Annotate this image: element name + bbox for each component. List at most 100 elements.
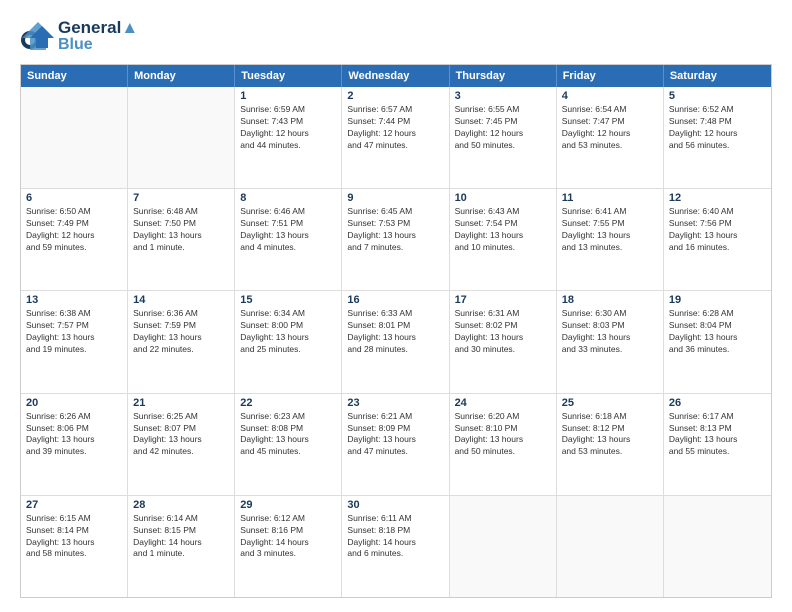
day-cell-17: 17 Sunrise: 6:31 AM Sunset: 8:02 PM Dayli… xyxy=(450,291,557,392)
day-header-tuesday: Tuesday xyxy=(235,65,342,87)
day-number: 20 xyxy=(26,397,122,409)
day-cell-8: 8Sunrise: 6:46 AM Sunset: 7:51 PM Daylig… xyxy=(235,189,342,290)
day-cell-24: 24 Sunrise: 6:20 AM Sunset: 8:10 PM Dayli… xyxy=(450,394,557,495)
day-number: 13 xyxy=(26,294,122,306)
calendar: SundayMondayTuesdayWednesdayThursdayFrid… xyxy=(20,64,772,598)
day-info: Sunrise: 6:59 AM Sunset: 7:43 PM Dayligh… xyxy=(240,104,336,152)
day-cell-9: 9 Sunrise: 6:45 AM Sunset: 7:53 PM Daylig… xyxy=(342,189,449,290)
day-info: Sunrise: 6:52 AM Sunset: 7:48 PM Dayligh… xyxy=(669,104,766,152)
day-number: 1 xyxy=(240,90,336,102)
day-cell-6: 6 Sunrise: 6:50 AM Sunset: 7:49 PM Daylig… xyxy=(21,189,128,290)
day-cell-2: 2 Sunrise: 6:57 AM Sunset: 7:44 PM Daylig… xyxy=(342,87,449,188)
day-number: 28 xyxy=(133,499,229,511)
day-info: Sunrise: 6:30 AM Sunset: 8:03 PM Dayligh… xyxy=(562,308,658,356)
week-row-2: 6 Sunrise: 6:50 AM Sunset: 7:49 PM Daylig… xyxy=(21,189,771,291)
day-number: 27 xyxy=(26,499,122,511)
day-info: Sunrise: 6:40 AM Sunset: 7:56 PM Dayligh… xyxy=(669,206,766,254)
day-info: Sunrise: 6:54 AM Sunset: 7:47 PM Dayligh… xyxy=(562,104,658,152)
day-info: Sunrise: 6:38 AM Sunset: 7:57 PM Dayligh… xyxy=(26,308,122,356)
day-info: Sunrise: 6:45 AM Sunset: 7:53 PM Dayligh… xyxy=(347,206,443,254)
day-cell-26: 26 Sunrise: 6:17 AM Sunset: 8:13 PM Dayli… xyxy=(664,394,771,495)
logo-blue: Blue xyxy=(58,37,138,53)
empty-cell xyxy=(21,87,128,188)
day-header-friday: Friday xyxy=(557,65,664,87)
calendar-body: 1 Sunrise: 6:59 AM Sunset: 7:43 PM Daylig… xyxy=(21,87,771,597)
day-number: 29 xyxy=(240,499,336,511)
day-cell-11: 11 Sunrise: 6:41 AM Sunset: 7:55 PM Dayli… xyxy=(557,189,664,290)
day-cell-12: 12 Sunrise: 6:40 AM Sunset: 7:56 PM Dayli… xyxy=(664,189,771,290)
week-row-3: 13 Sunrise: 6:38 AM Sunset: 7:57 PM Dayli… xyxy=(21,291,771,393)
day-cell-14: 14 Sunrise: 6:36 AM Sunset: 7:59 PM Dayli… xyxy=(128,291,235,392)
day-cell-22: 22Sunrise: 6:23 AM Sunset: 8:08 PM Dayli… xyxy=(235,394,342,495)
day-header-saturday: Saturday xyxy=(664,65,771,87)
day-info: Sunrise: 6:15 AM Sunset: 8:14 PM Dayligh… xyxy=(26,513,122,561)
day-info: Sunrise: 6:43 AM Sunset: 7:54 PM Dayligh… xyxy=(455,206,551,254)
day-cell-27: 27 Sunrise: 6:15 AM Sunset: 8:14 PM Dayli… xyxy=(21,496,128,597)
day-cell-30: 30Sunrise: 6:11 AM Sunset: 8:18 PM Dayli… xyxy=(342,496,449,597)
day-info: Sunrise: 6:50 AM Sunset: 7:49 PM Dayligh… xyxy=(26,206,122,254)
day-number: 23 xyxy=(347,397,443,409)
day-info: Sunrise: 6:20 AM Sunset: 8:10 PM Dayligh… xyxy=(455,411,551,459)
day-info: Sunrise: 6:12 AM Sunset: 8:16 PM Dayligh… xyxy=(240,513,336,561)
day-cell-29: 29 Sunrise: 6:12 AM Sunset: 8:16 PM Dayli… xyxy=(235,496,342,597)
day-number: 26 xyxy=(669,397,766,409)
day-number: 7 xyxy=(133,192,229,204)
day-cell-21: 21 Sunrise: 6:25 AM Sunset: 8:07 PM Dayli… xyxy=(128,394,235,495)
calendar-header: SundayMondayTuesdayWednesdayThursdayFrid… xyxy=(21,65,771,87)
day-number: 4 xyxy=(562,90,658,102)
day-info: Sunrise: 6:17 AM Sunset: 8:13 PM Dayligh… xyxy=(669,411,766,459)
empty-cell xyxy=(128,87,235,188)
week-row-1: 1 Sunrise: 6:59 AM Sunset: 7:43 PM Daylig… xyxy=(21,87,771,189)
day-info: Sunrise: 6:14 AM Sunset: 8:15 PM Dayligh… xyxy=(133,513,229,561)
week-row-4: 20 Sunrise: 6:26 AM Sunset: 8:06 PM Dayli… xyxy=(21,394,771,496)
day-cell-20: 20 Sunrise: 6:26 AM Sunset: 8:06 PM Dayli… xyxy=(21,394,128,495)
day-number: 10 xyxy=(455,192,551,204)
day-header-sunday: Sunday xyxy=(21,65,128,87)
day-number: 21 xyxy=(133,397,229,409)
day-cell-19: 19 Sunrise: 6:28 AM Sunset: 8:04 PM Dayli… xyxy=(664,291,771,392)
day-info: Sunrise: 6:33 AM Sunset: 8:01 PM Dayligh… xyxy=(347,308,443,356)
day-header-monday: Monday xyxy=(128,65,235,87)
empty-cell xyxy=(450,496,557,597)
day-info: Sunrise: 6:41 AM Sunset: 7:55 PM Dayligh… xyxy=(562,206,658,254)
day-cell-23: 23 Sunrise: 6:21 AM Sunset: 8:09 PM Dayli… xyxy=(342,394,449,495)
day-info: Sunrise: 6:23 AM Sunset: 8:08 PM Dayligh… xyxy=(240,411,336,459)
day-cell-25: 25Sunrise: 6:18 AM Sunset: 8:12 PM Dayli… xyxy=(557,394,664,495)
day-number: 15 xyxy=(240,294,336,306)
day-number: 24 xyxy=(455,397,551,409)
day-info: Sunrise: 6:46 AM Sunset: 7:51 PM Dayligh… xyxy=(240,206,336,254)
logo: General▲ Blue xyxy=(20,18,138,54)
day-cell-4: 4 Sunrise: 6:54 AM Sunset: 7:47 PM Daylig… xyxy=(557,87,664,188)
day-info: Sunrise: 6:57 AM Sunset: 7:44 PM Dayligh… xyxy=(347,104,443,152)
day-cell-1: 1 Sunrise: 6:59 AM Sunset: 7:43 PM Daylig… xyxy=(235,87,342,188)
day-info: Sunrise: 6:11 AM Sunset: 8:18 PM Dayligh… xyxy=(347,513,443,561)
day-number: 14 xyxy=(133,294,229,306)
day-info: Sunrise: 6:48 AM Sunset: 7:50 PM Dayligh… xyxy=(133,206,229,254)
day-cell-13: 13 Sunrise: 6:38 AM Sunset: 7:57 PM Dayli… xyxy=(21,291,128,392)
day-number: 9 xyxy=(347,192,443,204)
day-info: Sunrise: 6:25 AM Sunset: 8:07 PM Dayligh… xyxy=(133,411,229,459)
day-number: 19 xyxy=(669,294,766,306)
day-cell-10: 10 Sunrise: 6:43 AM Sunset: 7:54 PM Dayli… xyxy=(450,189,557,290)
day-number: 11 xyxy=(562,192,658,204)
day-cell-18: 18Sunrise: 6:30 AM Sunset: 8:03 PM Dayli… xyxy=(557,291,664,392)
day-number: 17 xyxy=(455,294,551,306)
day-info: Sunrise: 6:26 AM Sunset: 8:06 PM Dayligh… xyxy=(26,411,122,459)
day-info: Sunrise: 6:31 AM Sunset: 8:02 PM Dayligh… xyxy=(455,308,551,356)
day-info: Sunrise: 6:21 AM Sunset: 8:09 PM Dayligh… xyxy=(347,411,443,459)
day-number: 2 xyxy=(347,90,443,102)
day-cell-3: 3Sunrise: 6:55 AM Sunset: 7:45 PM Daylig… xyxy=(450,87,557,188)
day-cell-7: 7 Sunrise: 6:48 AM Sunset: 7:50 PM Daylig… xyxy=(128,189,235,290)
empty-cell xyxy=(664,496,771,597)
empty-cell xyxy=(557,496,664,597)
day-number: 12 xyxy=(669,192,766,204)
week-row-5: 27 Sunrise: 6:15 AM Sunset: 8:14 PM Dayli… xyxy=(21,496,771,597)
day-cell-16: 16Sunrise: 6:33 AM Sunset: 8:01 PM Dayli… xyxy=(342,291,449,392)
day-number: 6 xyxy=(26,192,122,204)
day-info: Sunrise: 6:28 AM Sunset: 8:04 PM Dayligh… xyxy=(669,308,766,356)
day-info: Sunrise: 6:36 AM Sunset: 7:59 PM Dayligh… xyxy=(133,308,229,356)
day-info: Sunrise: 6:55 AM Sunset: 7:45 PM Dayligh… xyxy=(455,104,551,152)
day-number: 5 xyxy=(669,90,766,102)
header: General▲ Blue xyxy=(20,18,772,54)
day-cell-15: 15Sunrise: 6:34 AM Sunset: 8:00 PM Dayli… xyxy=(235,291,342,392)
